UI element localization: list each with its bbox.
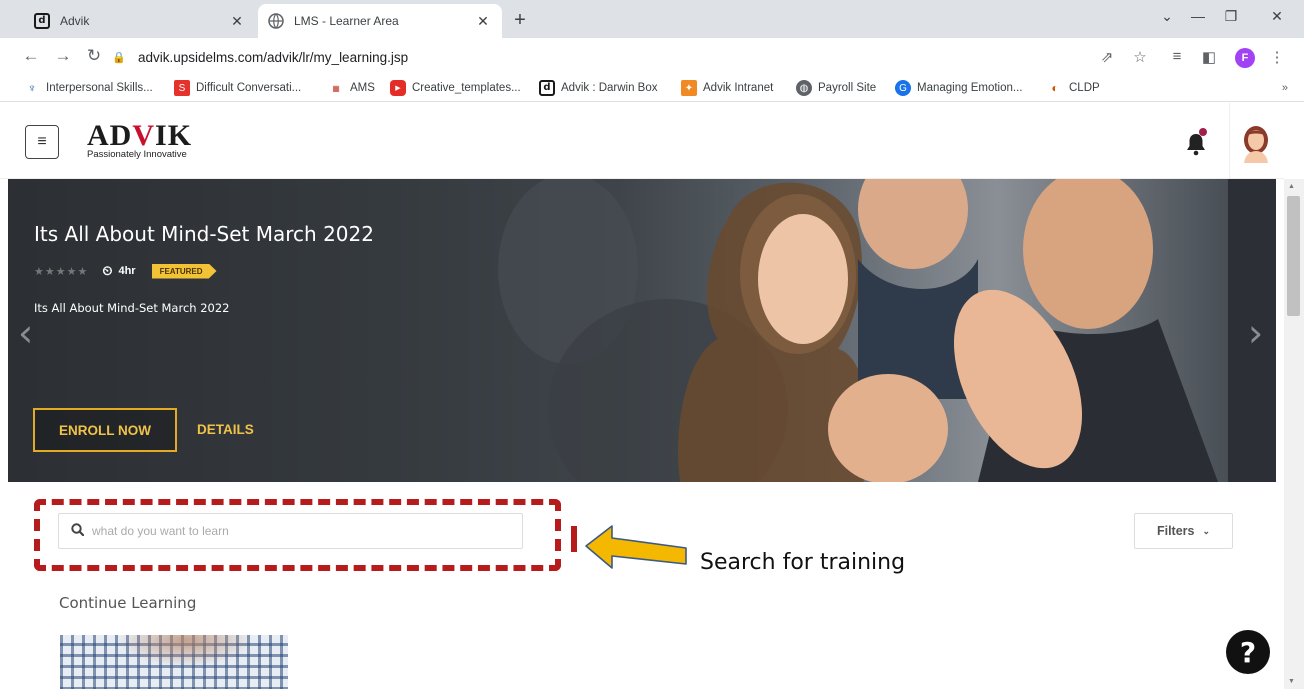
tab-title: Advik [60,14,90,28]
bookmark-item[interactable]: ▶ Creative_templates... [390,80,521,96]
close-icon[interactable]: ✕ [474,13,492,30]
browser-tab-strip: d Advik ✕ LMS - Learner Area ✕ + ⌄ — ❐ ✕ [0,0,1304,38]
menu-kebab-icon[interactable]: ⋮ [1266,48,1288,66]
enroll-now-button[interactable]: ENROLL NOW [33,408,177,452]
brand-logo[interactable]: ADVIK Passionately Innovative [87,119,193,161]
highlight-box-edge [571,526,577,552]
featured-badge: FEATURED [151,263,217,279]
new-tab-button[interactable]: + [508,9,532,32]
reading-list-icon[interactable]: ≡ [1166,48,1188,65]
hamburger-menu-icon[interactable]: ≡ [25,125,59,159]
tab-lms-learner-area[interactable]: LMS - Learner Area ✕ [258,4,502,38]
bookmarks-bar: ♆ Interpersonal Skills... S Difficult Co… [0,76,1304,102]
carousel-next-icon[interactable]: › [1248,311,1263,355]
brand-tagline: Passionately Innovative [87,149,187,160]
notification-dot [1199,128,1207,136]
share-icon[interactable]: ⇗ [1096,48,1118,66]
help-button[interactable]: ? [1226,630,1270,674]
hero-meta: ★★★★★ ⏲ 4hr FEATURED [34,263,217,279]
restore-button[interactable]: ❐ [1216,8,1246,25]
clock-icon: ⏲ [102,263,113,278]
hero-subtitle: Its All About Mind-Set March 2022 [34,301,230,315]
scroll-down-icon[interactable]: ▼ [1288,678,1295,685]
close-window-button[interactable]: ✕ [1262,8,1292,25]
ams-icon: ▦ [332,83,340,93]
brand-v-mark: V [132,119,156,152]
scroll-up-icon[interactable]: ▲ [1288,183,1295,190]
duration: ⏲ 4hr [102,263,135,279]
managing-emotion-icon: G [895,80,911,96]
search-highlight-box [34,499,561,571]
globe-icon [268,13,284,29]
tab-title: LMS - Learner Area [294,14,399,28]
bookmark-item[interactable]: ♆ Interpersonal Skills... [24,80,153,96]
course-thumbnail-shade [60,635,288,689]
minimize-button[interactable]: — [1183,8,1213,24]
details-link[interactable]: DETAILS [197,422,254,437]
back-button[interactable]: ← [20,46,42,66]
chevron-down-icon: ⌄ [1202,525,1211,536]
darwin-box-icon: d [539,80,555,96]
cldp-icon: ◐ [1051,81,1059,95]
rating-stars: ★★★★★ [34,265,89,278]
bookmark-item[interactable]: d Advik : Darwin Box [539,80,658,96]
reload-button[interactable]: ↻ [83,46,105,66]
forward-button[interactable]: → [52,46,74,66]
bookmark-item[interactable]: S Difficult Conversati... [174,80,301,96]
difficult-conversations-icon: S [174,80,190,96]
tab-search-icon[interactable]: ⌄ [1152,8,1182,25]
lock-icon: 🔒 [112,51,126,64]
callout-text: Search for training [700,550,906,575]
bookmark-star-icon[interactable]: ☆ [1129,48,1151,66]
url-text: advik.upsidelms.com/advik/lr/my_learning… [138,49,409,65]
duration-value: 4hr [118,265,136,277]
bookmarks-overflow-button[interactable]: » [1282,82,1288,94]
globe-icon: ◍ [796,80,812,96]
close-icon[interactable]: ✕ [228,13,246,30]
tab-advik[interactable]: d Advik ✕ [24,4,256,38]
scrollbar-thumb[interactable] [1287,196,1300,316]
brand-name: ADVIK [87,119,193,152]
filters-label: Filters [1156,524,1195,538]
bookmark-item[interactable]: ◐ CLDP [1047,80,1099,96]
intranet-icon: ✦ [681,80,697,96]
bookmark-item[interactable]: ✦ Advik Intranet [681,80,773,96]
hero-title: Its All About Mind-Set March 2022 [34,222,374,246]
url-field[interactable]: 🔒 advik.upsidelms.com/advik/lr/my_learni… [112,43,1072,71]
side-panel-icon[interactable]: ◧ [1198,48,1220,66]
filters-button[interactable]: Filters ⌄ [1134,513,1233,549]
header-divider [1229,103,1230,179]
lms-header: ≡ ADVIK Passionately Innovative [0,103,1284,179]
interpersonal-icon: ♆ [27,81,37,95]
bookmark-item[interactable]: ▦ AMS [328,80,375,96]
browser-profile-avatar[interactable]: F [1235,48,1255,68]
youtube-icon: ▶ [390,80,406,96]
bookmark-item[interactable]: G Managing Emotion... [895,80,1022,96]
hero-banner: Its All About Mind-Set March 2022 ★★★★★ … [8,179,1276,482]
continue-learning-heading: Continue Learning [59,594,197,612]
darwin-box-icon: d [34,13,50,29]
user-avatar[interactable] [1236,123,1276,163]
bookmark-item[interactable]: ◍ Payroll Site [796,80,876,96]
callout-arrow-icon [585,525,687,569]
carousel-prev-icon[interactable]: ‹ [18,311,33,355]
address-bar: ← → ↻ 🔒 advik.upsidelms.com/advik/lr/my_… [0,38,1304,76]
